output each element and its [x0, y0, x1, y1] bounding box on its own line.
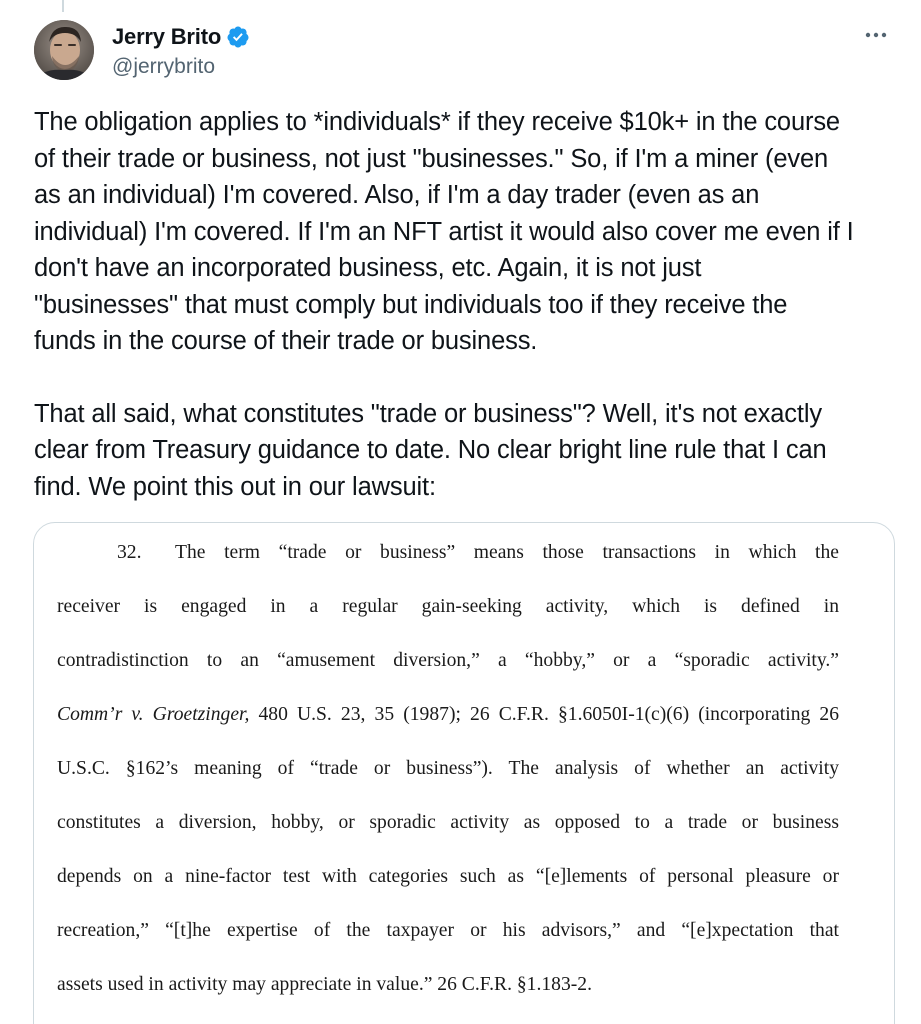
verified-badge-icon[interactable]: [226, 25, 250, 49]
document-line: 32. The term “trade or business” means t…: [57, 535, 839, 589]
document-line: assets used in activity may appreciate i…: [57, 974, 592, 995]
document-line-text: The term “trade or business” means those…: [175, 542, 839, 563]
more-horizontal-icon[interactable]: [861, 24, 891, 46]
display-name-row: Jerry Brito: [112, 22, 250, 52]
tweet-text: The obligation applies to *individuals* …: [34, 104, 904, 505]
document-line: Comm’r v. Groetzinger, 480 U.S. 23, 35 (…: [57, 697, 839, 751]
tweet-header: Jerry Brito @jerrybrito: [34, 20, 897, 82]
document-line: receiver is engaged in a regular gain-se…: [57, 596, 839, 617]
case-citation: Comm’r v. Groetzinger,: [57, 704, 250, 725]
legal-document-excerpt: 32. The term “trade or business” means t…: [57, 535, 839, 1021]
author-names: Jerry Brito @jerrybrito: [112, 22, 250, 79]
author-display-name[interactable]: Jerry Brito: [112, 24, 221, 50]
document-line-text: 480 U.S. 23, 35 (1987); 26 C.F.R. §1.605…: [249, 704, 839, 725]
tweet-paragraph: That all said, what constitutes "trade o…: [34, 399, 827, 501]
avatar-image: [34, 20, 94, 80]
document-line: recreation,” “[t]he expertise of the tax…: [57, 920, 839, 941]
author-handle[interactable]: @jerrybrito: [112, 55, 250, 79]
paragraph-number: 32.: [117, 542, 142, 563]
attached-image[interactable]: 32. The term “trade or business” means t…: [33, 522, 895, 1024]
document-line: contradistinction to an “amusement diver…: [57, 650, 839, 671]
thread-connector-line: [62, 0, 64, 12]
document-line: constitutes a diversion, hobby, or spora…: [57, 812, 839, 833]
tweet-paragraph: The obligation applies to *individuals* …: [34, 108, 854, 355]
document-line: depends on a nine-factor test with categ…: [57, 866, 839, 887]
document-line: U.S.C. §162’s meaning of “trade or busin…: [57, 758, 839, 779]
avatar[interactable]: [34, 20, 94, 80]
